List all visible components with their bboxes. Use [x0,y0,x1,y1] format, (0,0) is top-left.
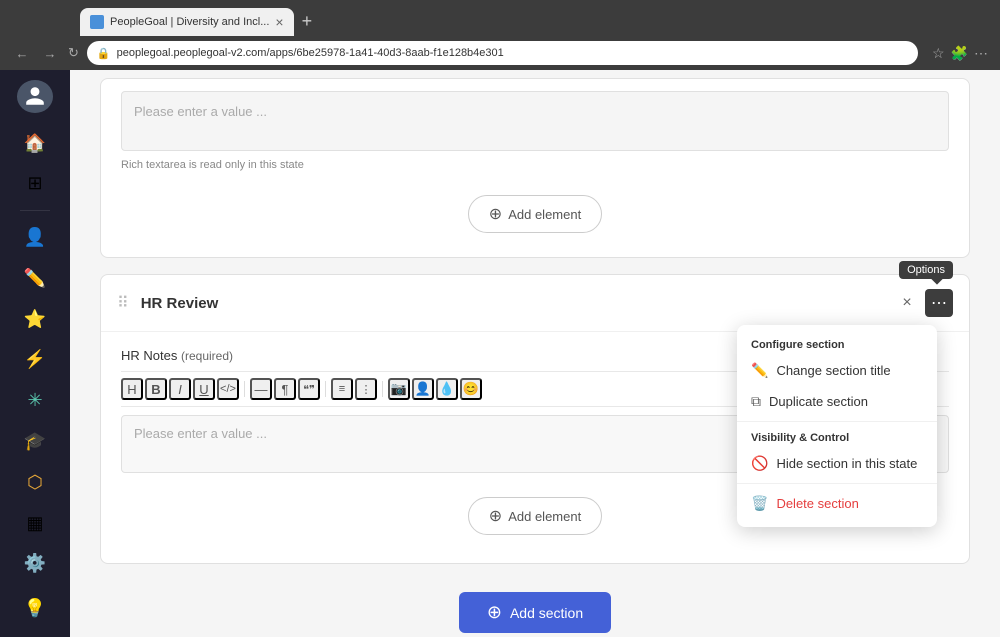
section-actions: × Options ⋯ Configure section [893,289,953,317]
hide-icon: 🚫 [751,455,768,472]
top-add-element-button[interactable]: ⊕ Add element [468,195,602,233]
sidebar-item-network[interactable]: ⬡ [17,466,53,499]
plus-circle-icon-2: ⊕ [489,506,502,526]
network-icon: ⬡ [27,472,43,493]
sidebar-item-settings[interactable]: ⚙️ [17,548,53,581]
toolbar-divider-3 [382,381,383,397]
hide-section-item[interactable]: 🚫 Hide section in this state [737,448,937,479]
user-button[interactable]: 👤 [412,378,434,400]
menu-button[interactable]: ⋯ [974,45,988,62]
main-content: Please enter a value ... Rich textarea i… [70,70,1000,637]
tab-favicon [90,15,104,29]
reload-button[interactable]: ↻ [68,45,79,61]
duplicate-section-item[interactable]: ⧉ Duplicate section [737,386,937,417]
quote-button[interactable]: ❝❞ [298,378,320,400]
settings-icon: ⚙️ [24,553,46,574]
sidebar-item-grid[interactable]: ⊞ [17,168,53,201]
asterisk-icon: ✳ [27,390,42,411]
delete-section-item[interactable]: 🗑️ Delete section [737,488,937,519]
user-icon: 👤 [24,227,46,248]
image-button[interactable]: 📷 [388,378,410,400]
ol-button[interactable]: ⋮ [355,378,377,400]
sidebar-item-home[interactable]: 🏠 [17,127,53,160]
sidebar-item-edit[interactable]: ✏️ [17,262,53,295]
code-button[interactable]: </> [217,378,239,400]
sidebar-item-graduation[interactable]: 🎓 [17,425,53,458]
sidebar-avatar[interactable] [17,80,53,113]
options-button[interactable]: ⋯ [925,289,953,317]
required-indicator: (required) [181,349,233,363]
drag-handle-icon[interactable]: ⠿ [117,293,129,313]
hr-section-card: ⠿ HR Review × Options ⋯ [100,274,970,564]
ul-button[interactable]: ≡ [331,378,353,400]
underline-button[interactable]: U [193,378,215,400]
address-bar[interactable]: 🔒 peoplegoal.peoplegoal-v2.com/apps/6be2… [87,41,918,65]
bookmark-button[interactable]: ☆ [932,45,945,62]
close-icon: × [902,294,911,312]
trash-icon: 🗑️ [751,495,768,512]
sidebar-item-bulb[interactable]: 💡 [17,592,53,625]
tooltip-divider [737,421,937,422]
bulb-icon: 💡 [24,598,46,619]
sidebar-item-asterisk[interactable]: ✳ [17,384,53,417]
italic-button[interactable]: I [169,378,191,400]
emoji-button[interactable]: 😊 [460,378,482,400]
sidebar-item-table[interactable]: ▦ [17,507,53,540]
plus-circle-icon: ⊕ [489,204,502,224]
paragraph-button[interactable]: ¶ [274,378,296,400]
change-title-item[interactable]: ✏️ Change section title [737,355,937,386]
readonly-note: Rich textarea is read only in this state [121,159,949,171]
table-icon: ▦ [26,513,43,534]
heading-button[interactable]: H [121,378,143,400]
active-tab[interactable]: PeopleGoal | Diversity and Incl... × [80,8,294,36]
sidebar-item-user[interactable]: 👤 [17,221,53,254]
tooltip-divider-2 [737,483,937,484]
toolbar-divider-1 [244,381,245,397]
add-section-plus-icon: ⊕ [487,602,502,623]
color-button[interactable]: 💧 [436,378,458,400]
tab-title: PeopleGoal | Diversity and Incl... [110,16,269,28]
toolbar-divider-2 [325,381,326,397]
hr-section-header: ⠿ HR Review × Options ⋯ [101,275,969,332]
back-button[interactable]: ← [12,43,32,63]
graduation-icon: 🎓 [24,431,46,452]
url-text: peoplegoal.peoplegoal-v2.com/apps/6be259… [117,47,908,59]
divider-button[interactable]: — [250,378,272,400]
sidebar-divider [20,210,50,211]
sidebar: 🏠 ⊞ 👤 ✏️ ⭐ ⚡ ✳ 🎓 ⬡ ▦ ⚙️ 💡 [0,70,70,637]
add-element-button[interactable]: ⊕ Add element [468,497,602,535]
lock-icon: 🔒 [97,47,111,60]
star-icon: ⭐ [24,309,46,330]
close-section-button[interactable]: × [893,289,921,317]
duplicate-icon: ⧉ [751,393,761,410]
tab-close-button[interactable]: × [275,14,283,30]
home-icon: 🏠 [24,133,46,154]
visibility-label: Visibility & Control [737,426,937,448]
pencil-icon: ✏️ [751,362,768,379]
add-section-row: ⊕ Add section [100,580,970,637]
edit-icon: ✏️ [24,268,46,289]
top-textarea[interactable]: Please enter a value ... [121,91,949,151]
sidebar-item-bolt[interactable]: ⚡ [17,344,53,377]
sidebar-item-star[interactable]: ⭐ [17,303,53,336]
new-tab-button[interactable]: + [302,11,313,32]
extensions-button[interactable]: 🧩 [951,45,968,62]
bolt-icon: ⚡ [24,349,46,370]
options-dots-icon: ⋯ [931,293,947,313]
bold-button[interactable]: B [145,378,167,400]
top-section-card: Please enter a value ... Rich textarea i… [100,78,970,258]
add-section-button[interactable]: ⊕ Add section [459,592,611,633]
options-dropdown: Configure section ✏️ Change section titl… [737,325,937,527]
hr-section-title: HR Review [141,295,885,312]
grid-icon: ⊞ [27,173,42,194]
forward-button[interactable]: → [40,43,60,63]
configure-section-label: Configure section [737,333,937,355]
options-tooltip-label: Options [899,261,953,279]
